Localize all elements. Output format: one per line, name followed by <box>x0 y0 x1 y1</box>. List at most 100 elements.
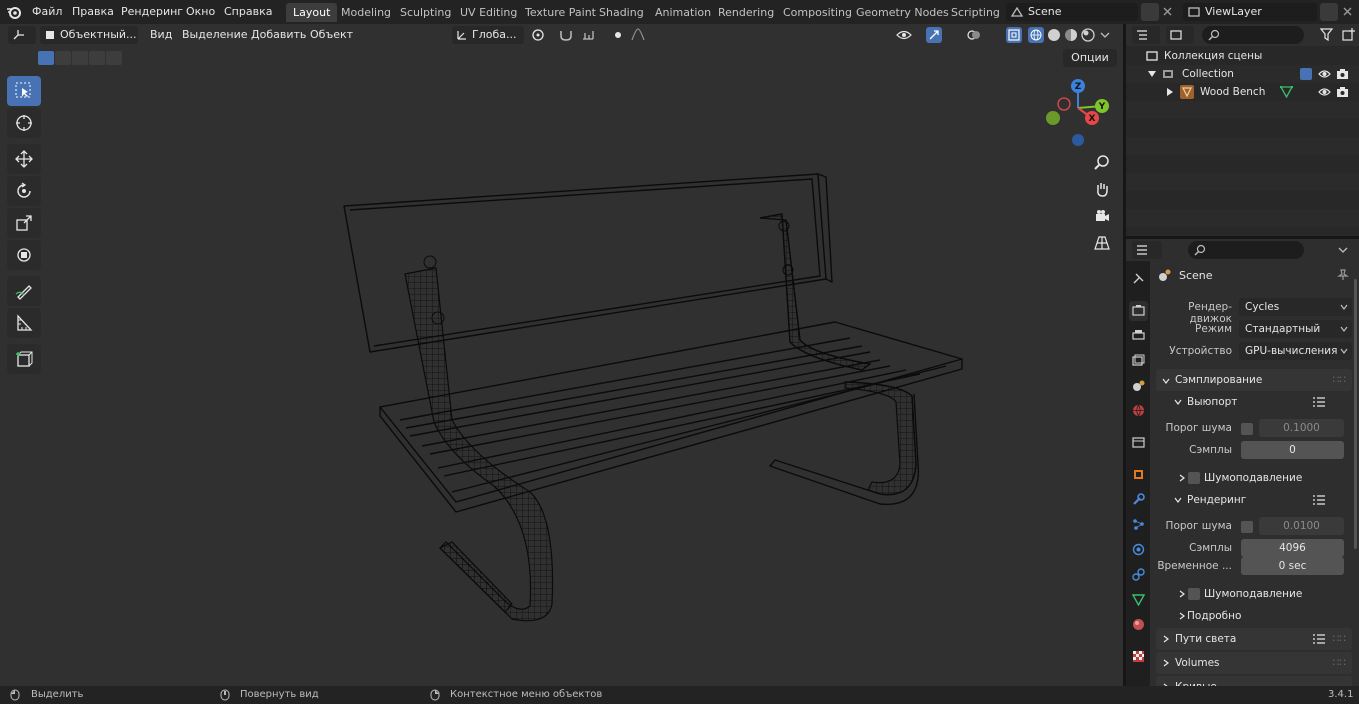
tab-view-layer[interactable] <box>1129 351 1148 371</box>
gizmo-neg-x-axis[interactable] <box>1057 97 1071 111</box>
select-intersect-button[interactable] <box>106 51 122 65</box>
new-scene-button[interactable] <box>1141 3 1159 21</box>
expand-right-icon[interactable] <box>1166 88 1174 96</box>
new-view-layer-button[interactable] <box>1320 3 1338 21</box>
exclude-checkbox[interactable] <box>1300 68 1312 80</box>
menu-add[interactable]: Добавить <box>247 26 310 44</box>
shading-material-icon[interactable] <box>1063 27 1079 43</box>
sampling-panel-header[interactable]: Сэмплирование ∷∷ <box>1156 369 1352 391</box>
gizmo-neg-y-axis[interactable] <box>1046 111 1060 125</box>
properties-editor-type[interactable] <box>1132 241 1162 259</box>
tab-rendering[interactable]: Rendering <box>711 3 781 22</box>
snap-icon[interactable] <box>558 27 574 43</box>
tab-layout[interactable]: Layout <box>286 3 338 22</box>
outliner-row-scene-collection[interactable]: Коллекция сцены <box>1126 47 1359 65</box>
tab-output[interactable] <box>1129 326 1148 346</box>
outliner-editor-type[interactable] <box>1132 26 1160 44</box>
select-invert-button[interactable] <box>89 51 105 65</box>
tab-scene[interactable] <box>1129 376 1148 396</box>
camera-view-button[interactable] <box>1089 203 1115 229</box>
tab-world[interactable] <box>1129 401 1148 421</box>
eye-icon[interactable] <box>1318 68 1331 80</box>
render-noise-threshold-checkbox[interactable] <box>1241 521 1253 533</box>
tab-particles[interactable] <box>1129 515 1148 535</box>
tab-modeling[interactable]: Modeling <box>334 3 398 22</box>
shading-rendered-icon[interactable] <box>1080 27 1096 43</box>
curves-panel-header[interactable]: Кривые <box>1156 676 1352 686</box>
chevron-down-icon[interactable] <box>1097 27 1113 43</box>
pan-button[interactable] <box>1089 176 1115 202</box>
navigation-gizmo[interactable]: Z Y X <box>1040 78 1120 148</box>
drag-handle-icon[interactable]: ∷∷ <box>1333 652 1346 674</box>
tab-physics[interactable] <box>1129 540 1148 560</box>
render-subpanel-header[interactable]: Рендеринг <box>1172 490 1352 510</box>
close-icon[interactable] <box>1342 6 1353 17</box>
presets-list-icon[interactable] <box>1312 396 1326 408</box>
select-extend-button[interactable] <box>55 51 71 65</box>
transform-tool[interactable] <box>7 240 41 270</box>
expand-down-icon[interactable] <box>1148 70 1156 78</box>
device-dropdown[interactable]: GPU-вычисления <box>1239 342 1352 360</box>
proportional-editing-icon[interactable] <box>610 27 626 43</box>
drag-handle-icon[interactable]: ∷∷ <box>1333 628 1346 650</box>
new-collection-icon[interactable] <box>1342 28 1356 42</box>
annotate-tool[interactable] <box>7 276 41 306</box>
render-engine-dropdown[interactable]: Cycles <box>1239 298 1352 316</box>
filter-icon[interactable] <box>1320 28 1336 42</box>
tab-texture-paint[interactable]: Texture Paint <box>518 3 603 22</box>
tab-data[interactable] <box>1129 590 1148 610</box>
menu-window[interactable]: Окно <box>186 5 215 18</box>
render-denoise-checkbox[interactable] <box>1188 588 1200 600</box>
add-cube-tool[interactable] <box>7 344 41 374</box>
object-mode-dropdown[interactable]: Объектный... <box>40 26 138 44</box>
perspective-toggle-button[interactable] <box>1089 230 1115 256</box>
scale-tool[interactable] <box>7 208 41 238</box>
tab-compositing[interactable]: Compositing <box>776 3 859 22</box>
tab-collection[interactable] <box>1129 433 1148 453</box>
cursor-tool[interactable] <box>7 108 41 138</box>
tab-geometry-nodes[interactable]: Geometry Nodes <box>849 3 956 22</box>
render-noise-threshold-field[interactable]: 0.0100 <box>1259 517 1344 535</box>
camera-render-icon[interactable] <box>1336 68 1349 80</box>
menu-object[interactable]: Объект <box>306 26 357 44</box>
viewport-denoise-checkbox[interactable] <box>1188 472 1200 484</box>
menu-view[interactable]: Вид <box>146 26 176 44</box>
move-tool[interactable] <box>7 144 41 174</box>
properties-search-input[interactable] <box>1188 241 1304 259</box>
scene-selector[interactable]: Scene <box>1006 3 1138 21</box>
tab-modifiers[interactable] <box>1129 490 1148 510</box>
mode-dropdown[interactable]: Стандартный <box>1239 320 1352 338</box>
gizmo-toggle-button[interactable] <box>926 27 942 43</box>
menu-render[interactable]: Рендеринг <box>121 5 183 18</box>
drag-handle-icon[interactable]: ∷∷ <box>1333 369 1346 391</box>
pin-icon[interactable] <box>1337 269 1349 281</box>
tab-render[interactable] <box>1129 301 1148 321</box>
advanced-subpanel-header[interactable]: Подробно <box>1172 606 1352 626</box>
editor-type-button[interactable] <box>8 26 36 44</box>
visibility-icon[interactable] <box>896 27 912 43</box>
menu-edit[interactable]: Правка <box>72 5 114 18</box>
tab-sculpting[interactable]: Sculpting <box>393 3 458 22</box>
light-paths-panel-header[interactable]: Пути света ∷∷ <box>1156 628 1352 650</box>
properties-scrollbar[interactable] <box>1354 279 1357 549</box>
viewport-denoise-subpanel[interactable]: Шумоподавление <box>1176 468 1352 488</box>
tab-shading[interactable]: Shading <box>592 3 651 22</box>
measure-tool[interactable] <box>7 308 41 338</box>
wood-bench-wireframe[interactable] <box>0 24 1123 686</box>
presets-list-icon[interactable] <box>1312 633 1326 645</box>
render-samples-field[interactable]: 4096 <box>1241 539 1344 557</box>
falloff-curve-icon[interactable] <box>630 27 646 43</box>
viewport-noise-threshold-field[interactable]: 0.1000 <box>1259 419 1344 437</box>
tab-tool[interactable] <box>1129 269 1148 289</box>
mesh-data-icon[interactable] <box>1280 86 1293 98</box>
viewport-noise-threshold-checkbox[interactable] <box>1241 423 1253 435</box>
outliner-row-wood-bench[interactable]: Wood Bench <box>1126 83 1359 101</box>
rotate-tool[interactable] <box>7 176 41 206</box>
tab-object[interactable] <box>1129 465 1148 485</box>
outliner-search-input[interactable] <box>1202 26 1304 44</box>
3d-viewport[interactable]: Объектный... Вид Выделение Добавить Объе… <box>0 24 1123 686</box>
render-denoise-subpanel[interactable]: Шумоподавление <box>1176 584 1352 604</box>
tab-constraints[interactable] <box>1129 565 1148 585</box>
shading-wireframe-button[interactable] <box>1028 27 1044 43</box>
options-dropdown[interactable]: Опции <box>1063 49 1117 67</box>
